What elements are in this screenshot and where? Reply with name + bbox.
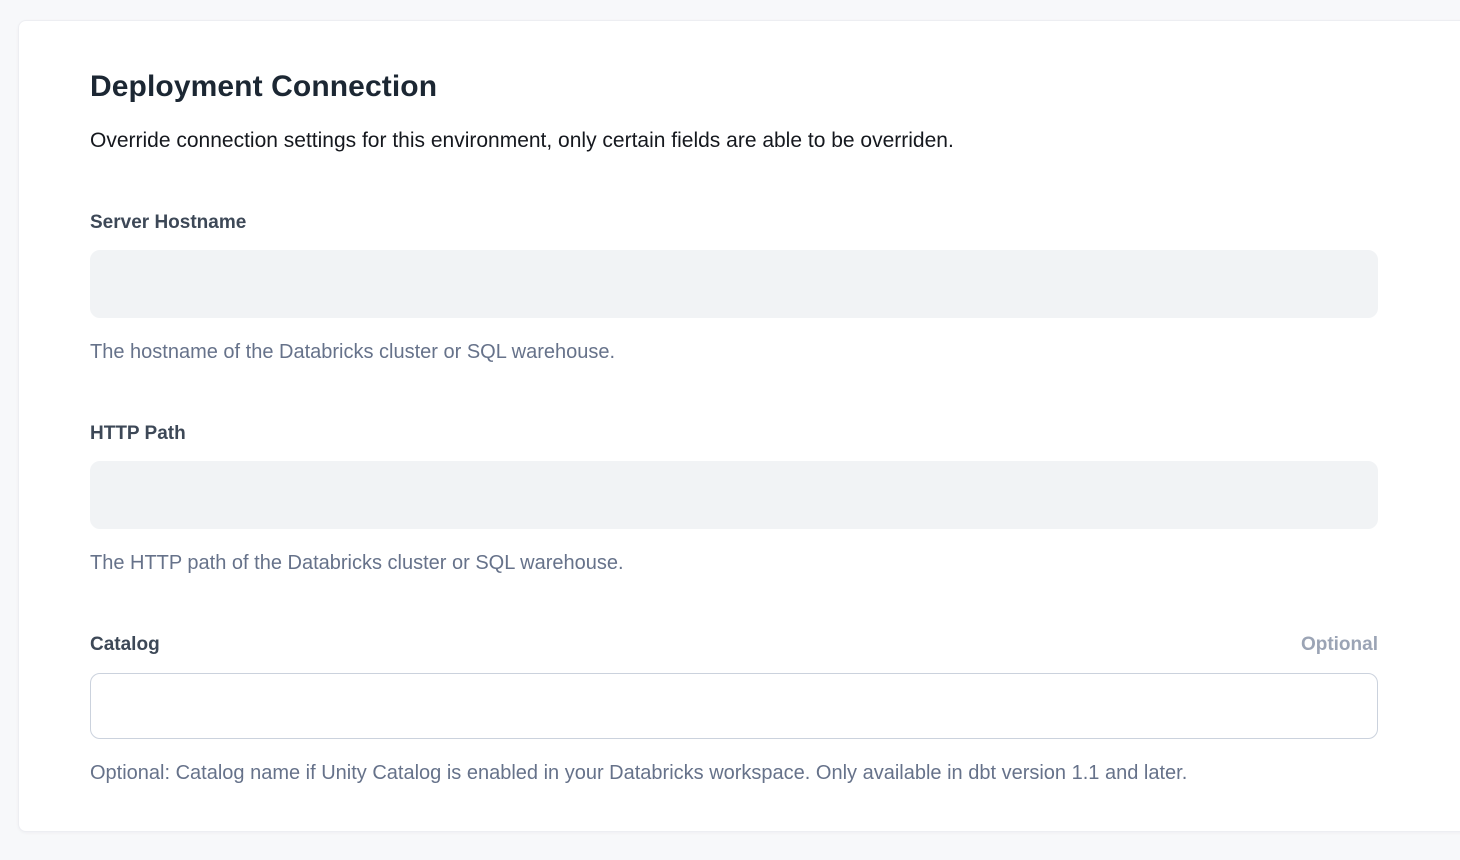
- field-group-catalog: Catalog Optional Optional: Catalog name …: [90, 633, 1378, 787]
- http-path-label: HTTP Path: [90, 422, 186, 446]
- page-title: Deployment Connection: [90, 69, 1379, 105]
- page-subtitle: Override connection settings for this en…: [90, 127, 1379, 155]
- card-content: Deployment Connection Override connectio…: [19, 21, 1379, 787]
- optional-badge: Optional: [1301, 633, 1378, 657]
- server-hostname-input: [90, 250, 1378, 318]
- catalog-label: Catalog: [90, 633, 160, 657]
- http-path-help-text: The HTTP path of the Databricks cluster …: [90, 549, 1378, 577]
- label-row: Server Hostname: [90, 211, 1378, 235]
- catalog-input[interactable]: [90, 673, 1378, 739]
- http-path-input: [90, 461, 1378, 529]
- field-group-http-path: HTTP Path The HTTP path of the Databrick…: [90, 422, 1378, 577]
- label-row: HTTP Path: [90, 422, 1378, 446]
- server-hostname-label: Server Hostname: [90, 211, 246, 235]
- label-row: Catalog Optional: [90, 633, 1378, 657]
- server-hostname-help-text: The hostname of the Databricks cluster o…: [90, 338, 1378, 366]
- deployment-connection-card: Deployment Connection Override connectio…: [18, 20, 1460, 832]
- catalog-help-text: Optional: Catalog name if Unity Catalog …: [90, 759, 1378, 787]
- field-group-server-hostname: Server Hostname The hostname of the Data…: [90, 211, 1378, 366]
